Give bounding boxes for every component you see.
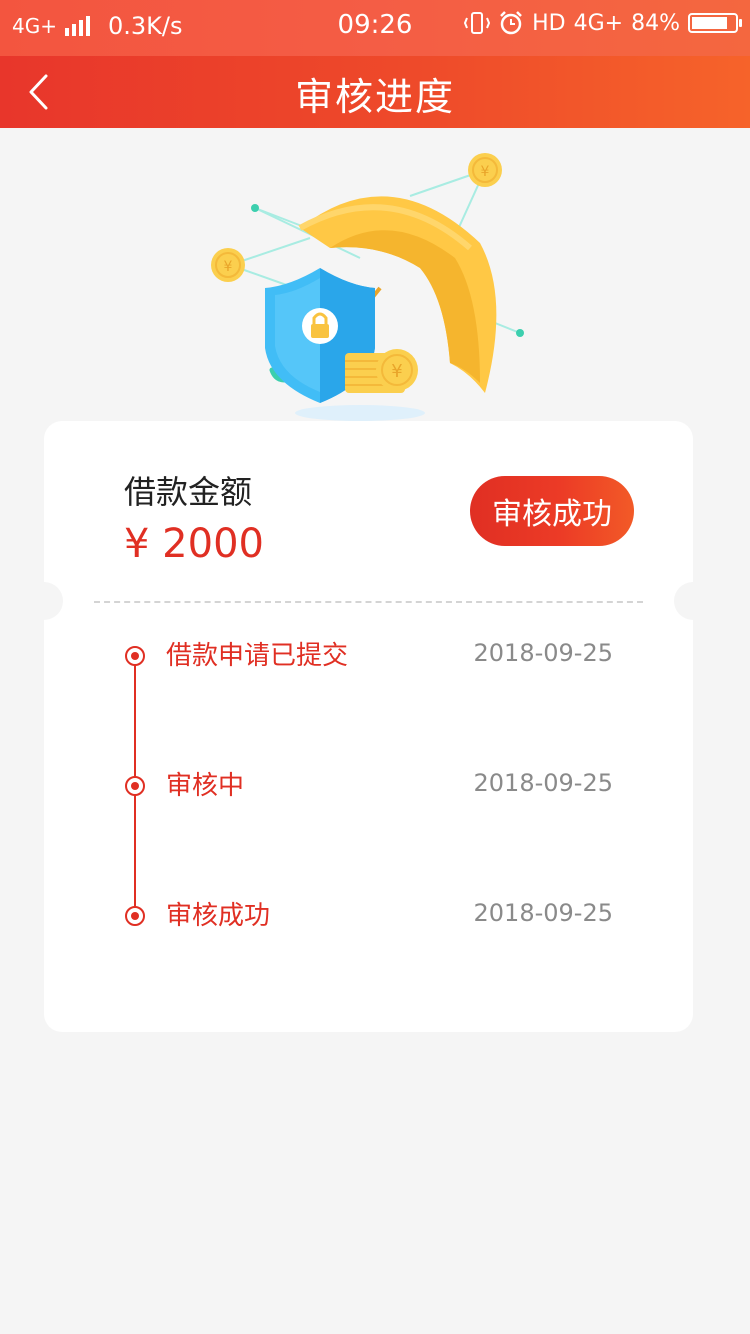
dashed-divider [94, 601, 643, 603]
timeline-step: 借款申请已提交 2018-09-25 [44, 635, 693, 675]
battery-fill [692, 17, 728, 29]
coin-stack-icon: ¥ [345, 349, 418, 393]
network-type-2: 4G+ [573, 10, 624, 36]
timeline-dot [125, 906, 145, 926]
timeline-step: 审核成功 2018-09-25 [44, 895, 693, 935]
coin-icon: ¥ [211, 248, 245, 282]
step-label: 审核中 [166, 771, 245, 801]
alarm-icon [500, 11, 523, 35]
security-illustration: ¥ ¥ ¥ [211, 153, 524, 421]
hd-indicator: HD [532, 10, 566, 36]
node-dot [251, 204, 259, 212]
ticket-notch-left [25, 582, 63, 620]
step-date: 2018-09-25 [473, 639, 613, 667]
status-bar: 4G+ 0.3K/s 09:26 HD 4G+ 84% [0, 0, 750, 56]
vibrate-icon [464, 12, 491, 34]
svg-text:¥: ¥ [481, 164, 490, 180]
ground-shadow [295, 405, 425, 421]
ticket-notch-right [674, 582, 712, 620]
step-date: 2018-09-25 [473, 899, 613, 927]
coin-icon: ¥ [468, 153, 502, 187]
battery-icon [688, 13, 742, 33]
status-right: HD 4G+ 84% [464, 10, 742, 36]
node-dot [516, 329, 524, 337]
progress-card: 借款金额 ¥ 2000 审核成功 借款申请已提交 2018-09-25 审核中 … [25, 421, 712, 1032]
svg-text:¥: ¥ [224, 259, 233, 275]
loan-amount-value: ¥ 2000 [124, 521, 264, 567]
review-status-button[interactable]: 审核成功 [470, 476, 634, 546]
loan-amount-label: 借款金额 [124, 473, 253, 511]
header: 4G+ 0.3K/s 09:26 HD 4G+ 84% 审核进度 [0, 0, 750, 128]
step-label: 审核成功 [166, 901, 271, 931]
step-label: 借款申请已提交 [166, 641, 349, 671]
nav-bar: 审核进度 [0, 56, 750, 128]
battery-percent: 84% [631, 10, 680, 36]
timeline-dot [125, 646, 145, 666]
timeline-step: 审核中 2018-09-25 [44, 765, 693, 805]
timeline-dot [125, 776, 145, 796]
page-title: 审核进度 [294, 75, 455, 119]
step-date: 2018-09-25 [473, 769, 613, 797]
svg-text:¥: ¥ [391, 361, 402, 382]
